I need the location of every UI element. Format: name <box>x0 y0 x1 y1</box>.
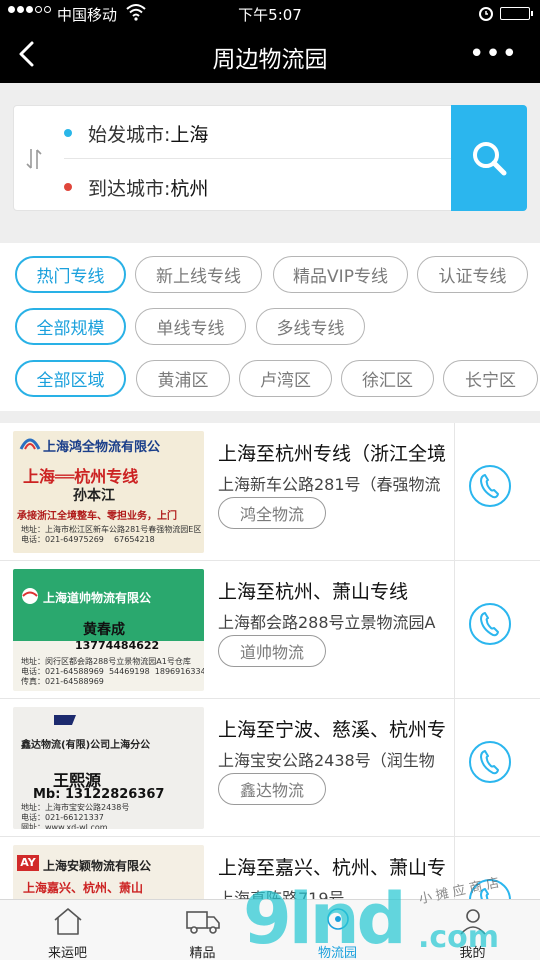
origin-dot <box>64 129 72 137</box>
company-tag[interactable]: 鑫达物流 <box>218 773 326 805</box>
call-button[interactable] <box>469 879 511 899</box>
destination-city-label: 到达城市: <box>88 177 171 200</box>
origin-city-row[interactable]: 始发城市: 上海 <box>64 108 208 158</box>
filter-panel: 热门专线 新上线专线 精品VIP专线 认证专线 全部规模 单线专线 多线专线 全… <box>0 243 540 411</box>
filter-chip-all-sizes[interactable]: 全部规模 <box>15 308 126 345</box>
list-item[interactable]: 上海道帅物流有限公 黄春成 13774484622 地址：闵行区都会路288号立… <box>0 561 540 699</box>
filter-chip-luwan[interactable]: 卢湾区 <box>239 360 332 397</box>
tab-logistics-park[interactable]: 物流园 <box>270 900 405 960</box>
card-company-name: 鑫达物流(有限)公司上海分公 <box>21 739 151 751</box>
destination-city-row[interactable]: 到达城市: 杭州 <box>64 162 208 212</box>
listing-title: 上海至宁波、慈溪、杭州专 <box>218 719 446 741</box>
business-card-image: AY 上海安颖物流有限公 上海嘉兴、杭州、萧山 <box>13 845 204 899</box>
bottom-tab-bar: 来运吧 精品 物流园 我的 <box>0 899 540 960</box>
call-button[interactable] <box>469 603 511 645</box>
tab-label: 来运吧 <box>47 946 87 960</box>
tab-mine[interactable]: 我的 <box>405 900 540 960</box>
card-company-name: 上海道帅物流有限公 <box>43 590 152 605</box>
card-phone-number: Mb: 13122826367 <box>33 787 165 802</box>
filter-chip-vip-lines[interactable]: 精品VIP专线 <box>273 256 408 293</box>
divider <box>454 423 455 561</box>
filter-chip-multi-line[interactable]: 多线专线 <box>256 308 365 345</box>
company-tag[interactable]: 鸿全物流 <box>218 497 326 529</box>
tab-laiyunba[interactable]: 来运吧 <box>0 900 135 960</box>
destination-city-value[interactable]: 杭州 <box>170 174 208 201</box>
divider <box>454 699 455 837</box>
alarm-icon <box>479 7 493 21</box>
origin-city-label: 始发城市: <box>88 123 171 146</box>
card-phone-number: 13774484622 <box>75 639 160 652</box>
filter-chip-new-lines[interactable]: 新上线专线 <box>135 256 262 293</box>
page-title: 周边物流园 <box>212 47 328 73</box>
company-logo-icon <box>54 715 76 725</box>
listing-address: 上海真陈路719号 <box>218 889 345 899</box>
home-icon <box>53 908 82 935</box>
filter-chip-all-districts[interactable]: 全部区域 <box>15 360 126 397</box>
card-route-text: 上海══杭州专线 <box>23 467 139 486</box>
tab-label: 我的 <box>459 946 486 960</box>
listing-title: 上海至杭州专线（浙江全境 <box>218 443 446 465</box>
list-item[interactable]: AY 上海安颖物流有限公 上海嘉兴、杭州、萧山 上海至嘉兴、杭州、萧山专 上海真… <box>0 837 540 899</box>
divider <box>454 837 455 899</box>
route-search-card: 始发城市: 上海 到达城市: 杭州 <box>13 105 527 211</box>
phone-icon <box>480 474 499 499</box>
listing-address: 上海宝安公路2438号（润生物 <box>218 751 435 770</box>
listing-title: 上海至嘉兴、杭州、萧山专 <box>218 857 446 879</box>
listing-title: 上海至杭州、萧山专线 <box>218 581 409 603</box>
card-contact-details: 地址：上海市松江区新车公路281号春强物流园E区 电话：021-64975269… <box>21 525 202 544</box>
listing-address: 上海新车公路281号（春强物流 <box>218 475 441 494</box>
tab-label: 物流园 <box>317 946 357 960</box>
origin-city-value[interactable]: 上海 <box>170 120 208 147</box>
phone-icon <box>480 750 499 775</box>
filter-chip-single-line[interactable]: 单线专线 <box>135 308 246 345</box>
filter-chip-xuhui[interactable]: 徐汇区 <box>341 360 434 397</box>
swap-cities-icon[interactable] <box>24 146 44 172</box>
list-item[interactable]: 上海鸿全物流有限公 上海══杭州专线 孙本江 承接浙江全境整车、零担业务，上门 … <box>0 423 540 561</box>
location-pin-icon <box>326 908 349 930</box>
business-card-image: 鑫达物流(有限)公司上海分公 王熙源 Mb: 13122826367 地址：上海… <box>13 707 204 829</box>
phone-icon <box>480 612 499 637</box>
battery-icon <box>500 7 533 20</box>
card-contact-details: 地址：上海市宝安公路2438号 电话：021-66121337 网址：www.x… <box>21 803 130 829</box>
call-button[interactable] <box>469 741 511 783</box>
navigation-bar: 周边物流园 ••• <box>0 27 540 83</box>
phone-icon <box>480 888 489 899</box>
divider <box>454 561 455 699</box>
destination-dot <box>64 183 72 191</box>
more-options-button[interactable]: ••• <box>469 41 518 67</box>
divider <box>64 158 452 159</box>
tab-jingpin[interactable]: 精品 <box>135 900 270 960</box>
user-icon <box>459 909 486 935</box>
tab-label: 精品 <box>189 946 216 960</box>
status-bar: 中国移动 下午5:07 <box>0 0 540 27</box>
filter-chip-huangpu[interactable]: 黄浦区 <box>136 360 230 397</box>
card-company-name: 上海鸿全物流有限公 <box>43 439 161 455</box>
card-company-name: 上海安颖物流有限公 <box>43 858 152 873</box>
card-route-text: 上海嘉兴、杭州、萧山 <box>23 881 144 895</box>
call-button[interactable] <box>469 465 511 507</box>
card-note-text: 承接浙江全境整车、零担业务，上门 <box>17 511 177 522</box>
filter-chip-hot-lines[interactable]: 热门专线 <box>15 256 126 293</box>
status-time: 下午5:07 <box>238 6 302 24</box>
search-icon <box>473 142 507 176</box>
truck-icon <box>185 911 220 934</box>
filter-chip-certified-lines[interactable]: 认证专线 <box>417 256 528 293</box>
search-button[interactable] <box>451 105 527 211</box>
filter-chip-changning[interactable]: 长宁区 <box>443 360 538 397</box>
company-tag[interactable]: 道帅物流 <box>218 635 326 667</box>
business-card-image: 上海鸿全物流有限公 上海══杭州专线 孙本江 承接浙江全境整车、零担业务，上门 … <box>13 431 204 553</box>
card-person-name: 黄春成 <box>83 622 125 638</box>
list-item[interactable]: 鑫达物流(有限)公司上海分公 王熙源 Mb: 13122826367 地址：上海… <box>0 699 540 837</box>
logistics-list: 上海鸿全物流有限公 上海══杭州专线 孙本江 承接浙江全境整车、零担业务，上门 … <box>0 423 540 899</box>
card-contact-details: 地址：闵行区都会路288号立景物流园A1号仓库 电话：021-64588969 … <box>21 657 204 686</box>
card-person-name: 孙本江 <box>73 488 115 504</box>
business-card-image: 上海道帅物流有限公 黄春成 13774484622 地址：闵行区都会路288号立… <box>13 569 204 691</box>
listing-address: 上海都会路288号立景物流园A <box>218 613 436 632</box>
